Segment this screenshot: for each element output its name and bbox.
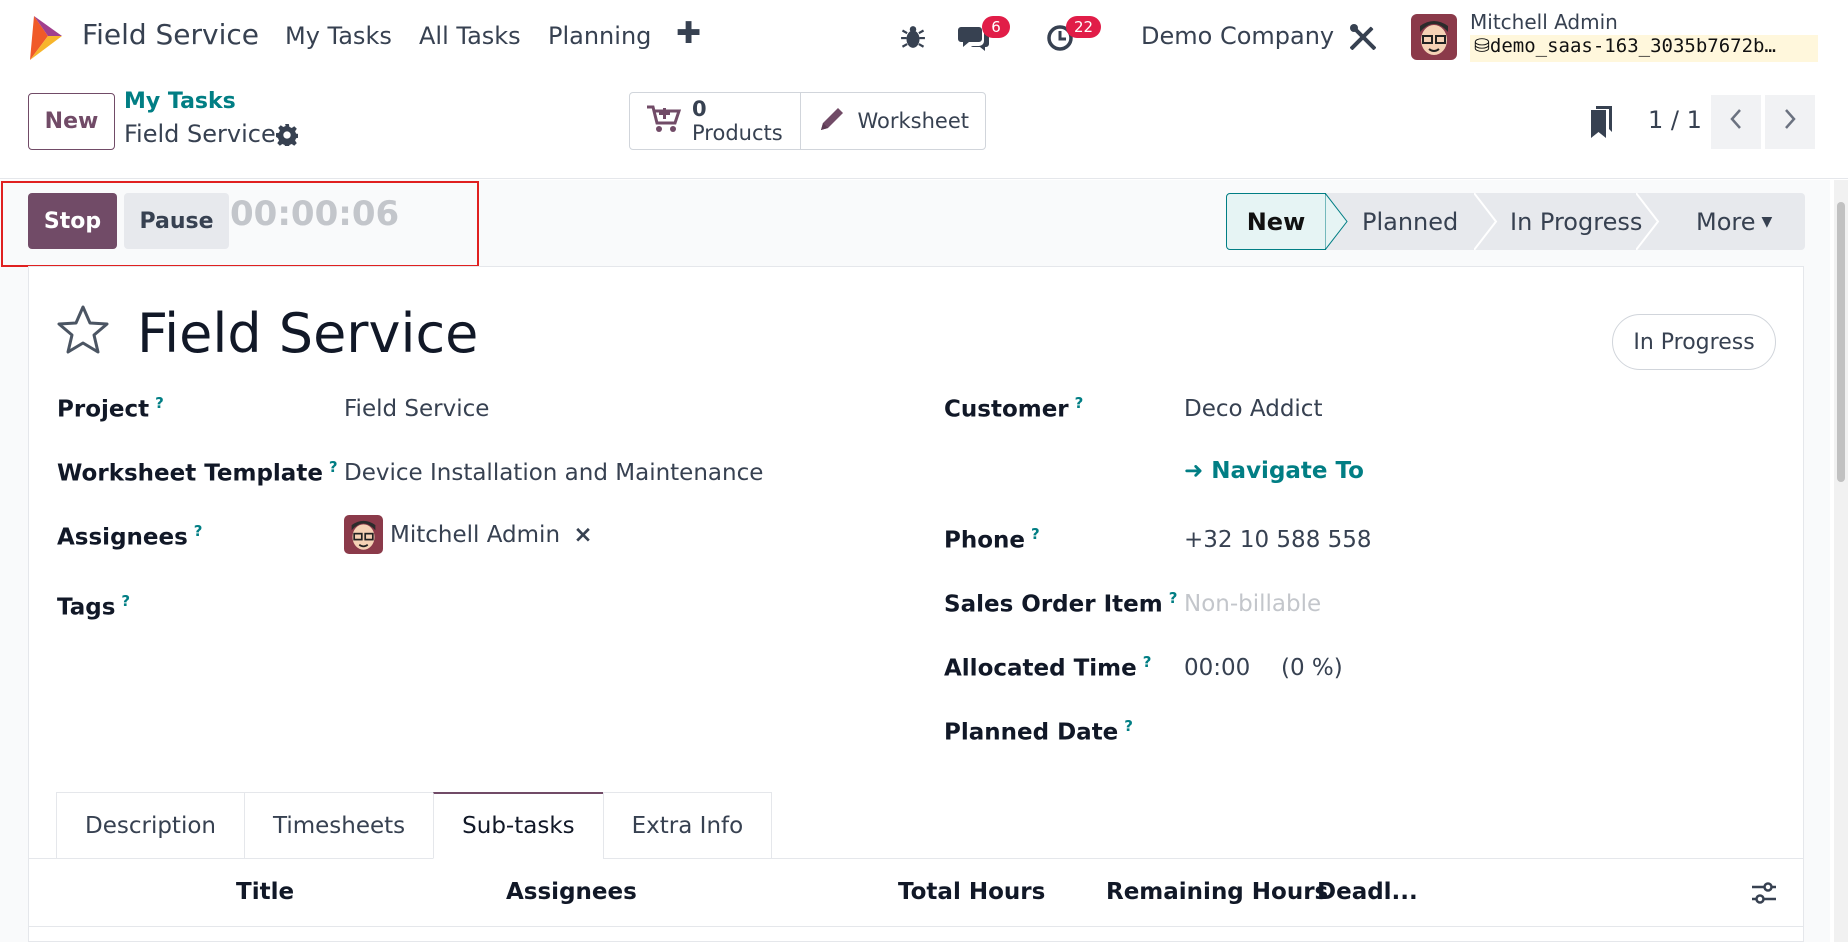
stage-arrow (1325, 193, 1348, 250)
stage-separator (1636, 193, 1660, 250)
tools-icon[interactable] (1349, 24, 1377, 56)
worksheet-template-field[interactable]: Device Installation and Maintenance (344, 460, 763, 486)
help-icon: ? (1031, 525, 1040, 543)
caret-down-icon: ▼ (1761, 213, 1773, 230)
page-scrollbar[interactable] (1834, 180, 1848, 942)
assignee-name: Mitchell Admin (390, 522, 561, 548)
stage-more-dropdown[interactable]: More ▼ (1696, 193, 1772, 250)
form-statusbar: Stop Pause 00:00:06 New Planned In Progr… (0, 180, 1830, 266)
database-label: demo_saas-163_3035b7672b… (1489, 35, 1776, 57)
optional-columns-toggle-icon[interactable] (1751, 880, 1777, 912)
timer-display: 00:00:06 (230, 194, 400, 234)
pencil-icon (817, 104, 847, 139)
scrollbar-thumb[interactable] (1837, 202, 1845, 482)
menu-planning[interactable]: Planning (548, 22, 651, 50)
notebook-tabs: Description Timesheets Sub-tasks Extra I… (56, 792, 773, 859)
stage-new[interactable]: New (1226, 193, 1326, 250)
database-name: ⛁demo_saas-163_3035b7672b… (1470, 35, 1818, 62)
messages-count-badge: 6 (982, 16, 1010, 38)
navigate-to-link[interactable]: ➜ Navigate To (1184, 458, 1364, 484)
project-field[interactable]: Field Service (344, 396, 489, 422)
assignee-tag[interactable]: Mitchell Admin × (390, 522, 593, 548)
tab-description[interactable]: Description (56, 792, 244, 859)
app-name[interactable]: Field Service (82, 18, 259, 51)
products-count: 0 (692, 97, 707, 121)
stage-separator (1474, 193, 1498, 250)
column-total-hours[interactable]: Total Hours (898, 879, 1045, 905)
cart-plus-icon (646, 104, 682, 139)
allocated-time-field[interactable]: 00:00 (1184, 655, 1250, 681)
arrow-right-icon: ➜ (1184, 458, 1204, 484)
navigate-to-label: Navigate To (1211, 458, 1364, 484)
app-logo-icon[interactable] (26, 14, 66, 62)
assignee-avatar (344, 515, 383, 554)
column-remaining-hours[interactable]: Remaining Hours (1106, 879, 1328, 905)
task-state-badge[interactable]: In Progress (1612, 314, 1776, 370)
company-switcher[interactable]: Demo Company (1141, 22, 1334, 50)
column-assignees[interactable]: Assignees (506, 879, 637, 905)
allocated-time-percent: (0 %) (1281, 655, 1343, 681)
products-smart-button[interactable]: 0 Products (630, 93, 800, 149)
customer-label: Customer? (944, 394, 1084, 423)
help-icon: ? (1124, 717, 1133, 735)
tab-timesheets[interactable]: Timesheets (244, 792, 434, 859)
top-navbar: Field Service My Tasks All Tasks Plannin… (0, 0, 1848, 76)
allocated-time-label: Allocated Time? (944, 653, 1152, 682)
gear-icon[interactable] (276, 124, 299, 152)
menu-all-tasks[interactable]: All Tasks (419, 22, 521, 50)
help-icon: ? (155, 394, 164, 412)
user-avatar[interactable] (1411, 14, 1457, 60)
help-icon: ? (328, 458, 338, 476)
help-icon: ? (121, 592, 131, 610)
help-icon: ? (1142, 653, 1152, 671)
assignees-label: Assignees? (57, 522, 203, 551)
table-header-divider (28, 926, 1804, 927)
sales-order-item-label: Sales Order Item? (944, 589, 1178, 618)
bookmark-icon[interactable] (1590, 106, 1614, 144)
pager-value[interactable]: 1 / 1 (1648, 106, 1702, 134)
stage-in-progress[interactable]: In Progress (1510, 193, 1642, 250)
add-menu-icon[interactable]: ✚ (676, 16, 701, 51)
stage-planned[interactable]: Planned (1362, 193, 1458, 250)
help-icon: ? (1168, 589, 1178, 607)
control-panel: New My Tasks Field Service 0 Products Wo… (0, 76, 1848, 179)
stop-timer-button[interactable]: Stop (28, 193, 117, 249)
tags-label: Tags? (57, 592, 131, 621)
activities-count-badge: 22 (1066, 16, 1102, 38)
star-priority-icon[interactable] (56, 304, 110, 362)
user-name[interactable]: Mitchell Admin (1470, 10, 1618, 34)
sales-order-item-field[interactable]: Non-billable (1184, 591, 1321, 617)
help-icon: ? (193, 522, 203, 540)
worksheet-smart-button[interactable]: Worksheet (800, 93, 985, 149)
database-icon: ⛁ (1474, 35, 1490, 57)
chevron-right-icon (1783, 108, 1797, 136)
menu-my-tasks[interactable]: My Tasks (285, 22, 392, 50)
remove-assignee-icon[interactable]: × (573, 522, 592, 548)
pager-previous-button[interactable] (1711, 95, 1761, 149)
planned-date-label: Planned Date? (944, 717, 1133, 746)
pager-next-button[interactable] (1765, 95, 1815, 149)
stage-more-label: More (1696, 207, 1756, 236)
worksheet-label: Worksheet (857, 109, 969, 133)
new-button[interactable]: New (28, 93, 115, 150)
phone-label: Phone? (944, 525, 1040, 554)
project-label: Project? (57, 394, 164, 423)
column-title[interactable]: Title (236, 879, 294, 905)
help-icon: ? (1074, 394, 1084, 412)
customer-field[interactable]: Deco Addict (1184, 396, 1322, 422)
task-title[interactable]: Field Service (137, 302, 478, 365)
column-deadline[interactable]: Deadl... (1317, 879, 1418, 905)
pause-timer-button[interactable]: Pause (124, 193, 229, 249)
tab-sub-tasks[interactable]: Sub-tasks (433, 792, 603, 859)
breadcrumb-current: Field Service (124, 120, 276, 148)
products-label: Products (692, 121, 783, 145)
worksheet-template-label: Worksheet Template? (57, 458, 338, 487)
phone-field[interactable]: +32 10 588 558 (1184, 527, 1372, 553)
breadcrumb-my-tasks[interactable]: My Tasks (124, 89, 236, 114)
chevron-left-icon (1729, 108, 1743, 136)
debug-bug-icon[interactable] (900, 24, 926, 56)
tab-extra-info[interactable]: Extra Info (602, 792, 773, 859)
smart-buttons: 0 Products Worksheet (629, 92, 986, 150)
stage-pipeline: New Planned In Progress More ▼ (1226, 193, 1805, 250)
